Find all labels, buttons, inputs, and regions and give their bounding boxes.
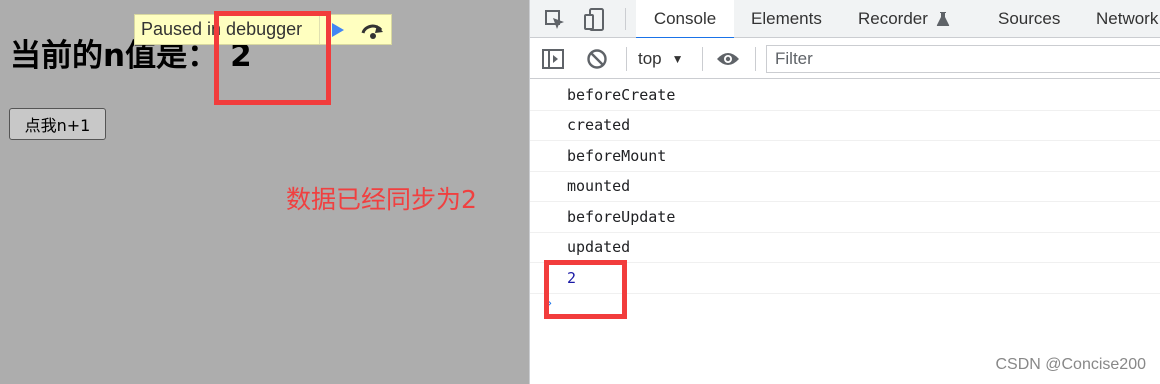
inspect-element-icon[interactable] (542, 7, 568, 33)
tab-console[interactable]: Console (636, 0, 734, 39)
resume-icon (331, 22, 344, 37)
console-message: beforeUpdate (530, 202, 1160, 233)
clear-console-icon[interactable] (584, 46, 610, 72)
tab-sources-label: Sources (998, 9, 1061, 28)
annotation-highlight-box (544, 260, 627, 319)
devtools-panel: Console Elements Recorder Sources Networ… (529, 0, 1160, 384)
watermark: CSDN @Concise200 (995, 356, 1146, 373)
page-viewport: 当前的n值是： 2 点我n+1 Paused in debugger 数据已经同步… (0, 0, 529, 384)
console-filter-input[interactable] (766, 45, 1160, 73)
dropdown-arrow-icon: ▼ (671, 52, 684, 66)
console-message: beforeCreate (530, 80, 1160, 111)
toolbar-divider (626, 47, 627, 71)
step-over-button[interactable] (355, 15, 391, 44)
context-selector[interactable]: top ▼ (638, 46, 684, 72)
console-message: updated (530, 233, 1160, 263)
annotation-note: 数据已经同步为2 (286, 185, 477, 214)
tabbar-divider (625, 8, 626, 30)
step-over-icon (361, 24, 383, 39)
console-message: created (530, 111, 1160, 141)
toolbar-divider (755, 47, 756, 71)
increment-button[interactable]: 点我n+1 (9, 108, 106, 140)
console-sidebar-toggle-icon[interactable] (540, 46, 566, 72)
console-toolbar: top ▼ (530, 38, 1160, 79)
tab-network[interactable]: Network (1096, 0, 1158, 38)
tab-recorder[interactable]: Recorder (858, 0, 950, 38)
console-message: mounted (530, 172, 1160, 202)
context-selector-value: top (638, 49, 662, 68)
flask-icon (936, 12, 950, 26)
live-expression-eye-icon[interactable] (715, 46, 741, 72)
console-message: beforeMount (530, 141, 1160, 172)
tab-elements-label: Elements (751, 9, 822, 28)
tab-sources[interactable]: Sources (998, 0, 1060, 38)
annotation-highlight-box (214, 11, 331, 105)
tab-elements[interactable]: Elements (751, 0, 822, 38)
device-toolbar-icon[interactable] (582, 7, 608, 33)
toolbar-divider (702, 47, 703, 71)
tab-recorder-label: Recorder (858, 9, 928, 28)
tab-console-label: Console (653, 9, 717, 28)
devtools-tabbar: Console Elements Recorder Sources Networ… (530, 0, 1160, 39)
tab-network-label: Network (1096, 9, 1159, 28)
